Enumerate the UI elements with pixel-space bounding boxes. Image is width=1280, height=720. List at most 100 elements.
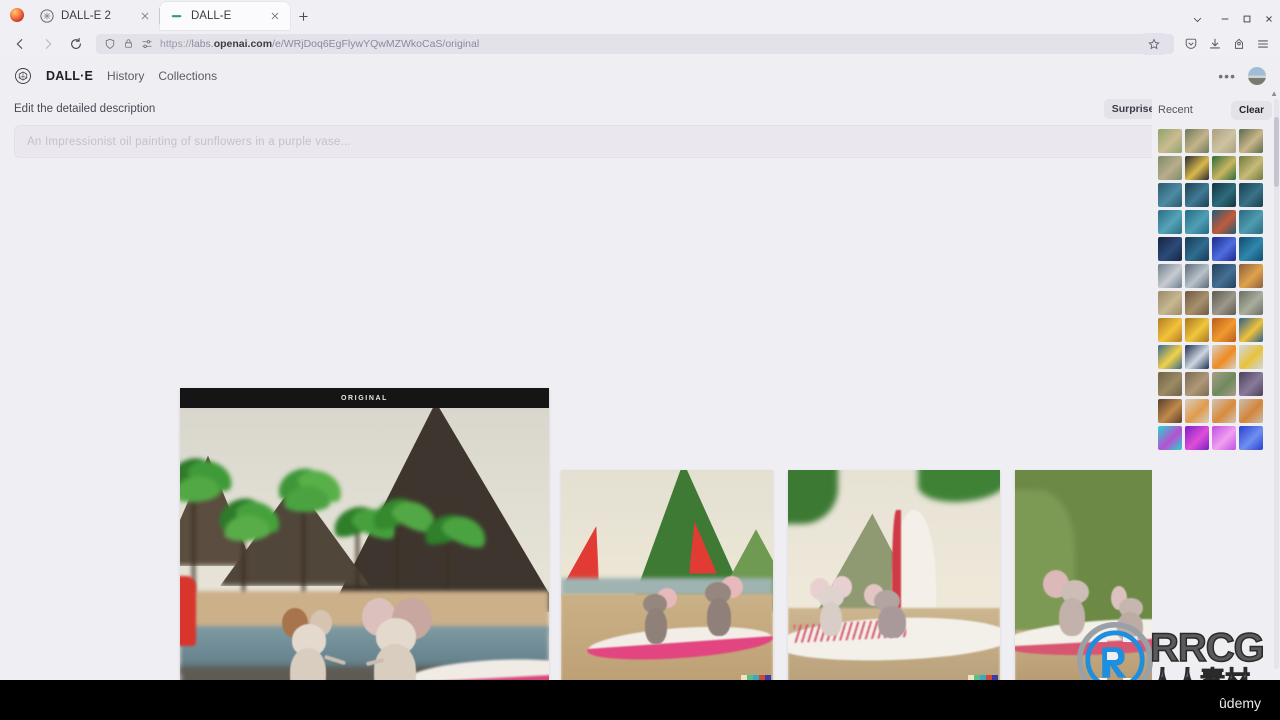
address-bar[interactable]: https://labs.openai.com/e/WRjDoq6EgFlywY… <box>96 32 1174 55</box>
prompt-label: Edit the detailed description <box>14 103 156 115</box>
recent-thumbnail-astronaut-3[interactable] <box>1212 264 1236 288</box>
recent-thumbnail-crab-1[interactable] <box>1212 210 1236 234</box>
recent-thumbnail-astronaut-2[interactable] <box>1185 264 1209 288</box>
sidebar-scrollbar[interactable] <box>1274 99 1279 669</box>
app-header-right: ••• <box>1218 67 1266 85</box>
lock-icon[interactable] <box>123 38 134 49</box>
downloads-icon[interactable] <box>1204 33 1226 55</box>
recent-thumbnail-astronaut-1[interactable] <box>1158 264 1182 288</box>
recent-thumbnail-synthwave-car-2[interactable] <box>1185 426 1209 450</box>
recent-thumbnail-underwater-3[interactable] <box>1212 183 1236 207</box>
recent-thumbnail-sun-orange-1[interactable] <box>1212 345 1236 369</box>
close-icon[interactable] <box>138 9 152 23</box>
mouse-left <box>280 608 347 680</box>
address-bar-url: https://labs.openai.com/e/WRjDoq6EgFlywY… <box>160 37 480 50</box>
recent-thumbnail-character-2[interactable] <box>1185 372 1209 396</box>
recent-thumbnail-manta-ray-3[interactable] <box>1212 237 1236 261</box>
sliders-icon[interactable] <box>141 38 153 50</box>
recent-thumbnail-beach-mice-1[interactable] <box>1158 129 1182 153</box>
original-image-card[interactable]: ORIGINAL <box>180 388 549 680</box>
recent-thumbnail-beach-mice-2[interactable] <box>1185 129 1209 153</box>
menu-icon[interactable] <box>1252 33 1274 55</box>
recent-thumbnail-dinosaur-3[interactable] <box>1212 291 1236 315</box>
maximize-button[interactable] <box>1236 8 1258 30</box>
browser-tab-dalle[interactable]: DALL-E <box>160 2 290 30</box>
pocket-icon[interactable] <box>1180 33 1202 55</box>
recent-thumbnail-manta-ray-1[interactable] <box>1158 237 1182 261</box>
recent-thumbnail-underwater-4[interactable] <box>1239 183 1263 207</box>
close-window-icon <box>1266 16 1272 22</box>
recent-thumbnail-dino-scene-2[interactable] <box>1239 156 1263 180</box>
recent-thumbnail-synthwave-car-3[interactable] <box>1212 426 1236 450</box>
clear-button[interactable]: Clear <box>1230 100 1272 120</box>
recent-thumbnail-character-3[interactable] <box>1212 372 1236 396</box>
recent-thumbnail-dinosaur-2[interactable] <box>1185 291 1209 315</box>
bookmark-star-icon[interactable] <box>1142 32 1166 55</box>
recent-thumbnail-underwater-2[interactable] <box>1185 183 1209 207</box>
recent-thumbnail-sea-creature-1[interactable] <box>1158 210 1182 234</box>
recent-thumbnail-fox-char-3[interactable] <box>1212 399 1236 423</box>
star-glyph <box>1148 38 1160 49</box>
nav-link-collections[interactable]: Collections <box>158 69 217 83</box>
screen: DALL-E 2 DALL-E https://labs.openai.com/… <box>0 0 1280 720</box>
ellipsis-icon[interactable]: ••• <box>1218 69 1236 83</box>
recent-thumbnail-dancing-mice-1[interactable] <box>1185 156 1209 180</box>
reload-icon <box>71 37 81 49</box>
recent-thumbnail-beach-mice-4[interactable] <box>1239 129 1263 153</box>
plus-icon <box>298 11 308 21</box>
new-tab-button[interactable] <box>290 2 316 30</box>
recent-thumbnail-manta-ray-4[interactable] <box>1239 237 1263 261</box>
hamburger-glyph <box>1258 39 1268 48</box>
prompt-input-row[interactable]: An Impressionist oil painting of sunflow… <box>14 125 1266 158</box>
recent-thumbnail-character-1[interactable] <box>1158 372 1182 396</box>
recent-thumbnail-fox-char-1[interactable] <box>1158 399 1182 423</box>
minimize-button[interactable] <box>1214 8 1236 30</box>
recent-thumbnail-turtle-1[interactable] <box>1239 210 1263 234</box>
recent-thumbnail-beach-mice-5[interactable] <box>1158 156 1182 180</box>
close-window-button[interactable] <box>1258 8 1280 30</box>
recent-thumbnail-fox-char-2[interactable] <box>1185 399 1209 423</box>
recent-thumbnail-sea-creature-2[interactable] <box>1185 210 1209 234</box>
browser-tab-dalle-2[interactable]: DALL-E 2 <box>30 2 160 30</box>
recent-thumbnail-dinosaur-1[interactable] <box>1158 291 1182 315</box>
shield-icon[interactable] <box>104 38 116 50</box>
prompt-input[interactable]: An Impressionist oil painting of sunflow… <box>27 136 1187 148</box>
recent-thumbnail-beach-mice-3[interactable] <box>1212 129 1236 153</box>
caret-up-icon[interactable]: ▲ <box>1270 89 1278 98</box>
app-brand[interactable]: DALL·E <box>46 69 93 83</box>
variation-image-2[interactable] <box>788 470 1000 680</box>
app-header: DALL·E History Collections ••• <box>0 57 1280 95</box>
openai-logo-icon[interactable] <box>14 67 32 85</box>
original-image[interactable] <box>180 408 549 680</box>
tab-list-button[interactable] <box>1186 8 1208 30</box>
recent-thumbnail-character-4[interactable] <box>1239 372 1263 396</box>
openai-icon <box>40 9 54 23</box>
variation-image-1[interactable] <box>561 470 773 680</box>
reload-button[interactable] <box>62 32 90 56</box>
recent-thumbnail-dinosaur-4[interactable] <box>1239 291 1263 315</box>
recent-thumbnail-synthwave-car-1[interactable] <box>1158 426 1182 450</box>
back-button[interactable] <box>6 32 34 56</box>
chevron-down-icon <box>1193 17 1201 22</box>
recent-thumbnail-underwater-1[interactable] <box>1158 183 1182 207</box>
account-icon[interactable] <box>1228 33 1250 55</box>
recent-thumbnail-synthwave-car-4[interactable] <box>1239 426 1263 450</box>
recent-thumbnail-smiling-sun-1[interactable] <box>1158 318 1182 342</box>
close-icon[interactable] <box>268 9 282 23</box>
recent-thumbnail-sun-comet-1[interactable] <box>1239 345 1263 369</box>
recent-thumbnail-manta-ray-2[interactable] <box>1185 237 1209 261</box>
arrow-right-icon <box>45 38 52 49</box>
recent-thumbnail-fox-char-4[interactable] <box>1239 399 1263 423</box>
avatar[interactable] <box>1248 67 1266 85</box>
scrollbar-thumb[interactable] <box>1274 117 1279 187</box>
recent-thumbnail-smiling-sun-2[interactable] <box>1185 318 1209 342</box>
recent-thumbnail-dino-scene-1[interactable] <box>1212 156 1236 180</box>
recent-thumbnail-astronaut-moon-1[interactable] <box>1239 264 1263 288</box>
arrow-left-icon <box>16 38 23 49</box>
recent-thumbnail-sun-sky-1[interactable] <box>1158 345 1182 369</box>
forward-button[interactable] <box>34 32 62 56</box>
recent-thumbnail-smiling-sun-3[interactable] <box>1212 318 1236 342</box>
nav-link-history[interactable]: History <box>107 69 144 83</box>
recent-thumbnail-sun-sky-2[interactable] <box>1185 345 1209 369</box>
recent-thumbnail-smiling-sun-4[interactable] <box>1239 318 1263 342</box>
